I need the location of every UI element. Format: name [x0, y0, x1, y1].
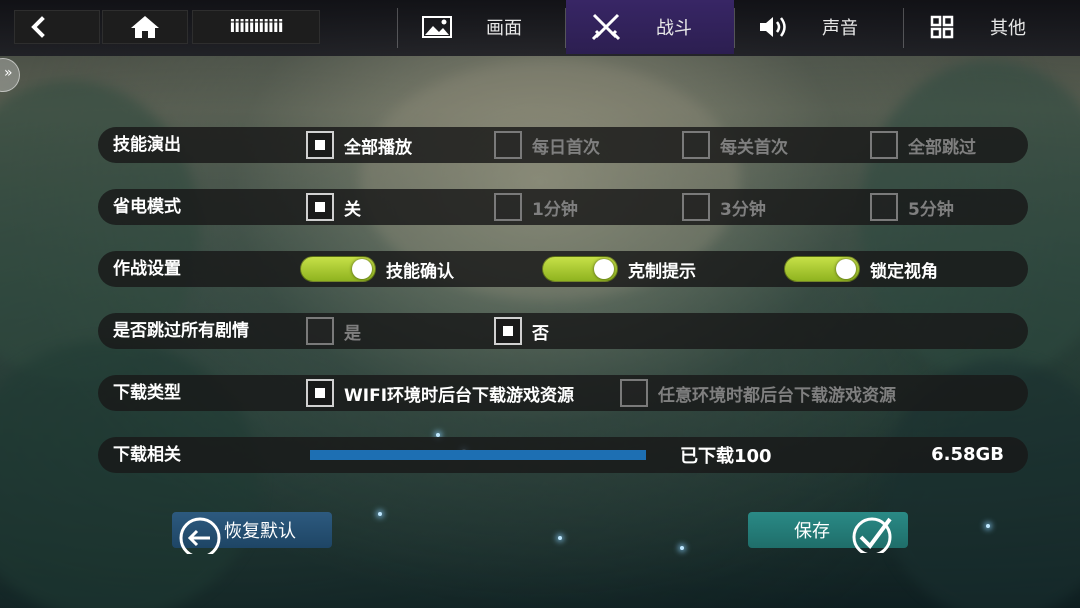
- option-skip-story-no[interactable]: 否: [494, 317, 549, 345]
- option-label: 每关首次: [720, 137, 788, 158]
- tab-divider: [397, 8, 398, 48]
- settings-row-download: 下载相关 已下载100 6.58GB: [98, 437, 1028, 473]
- download-progress-fill: [310, 450, 646, 460]
- settings-row-skip-story: 是否跳过所有剧情 是 否: [98, 313, 1028, 349]
- checkbox[interactable]: [620, 379, 648, 407]
- check-circle-icon: [852, 517, 892, 553]
- checkbox[interactable]: [870, 193, 898, 221]
- checkbox-checked[interactable]: [306, 131, 334, 159]
- tab-battle-label: 战斗: [656, 18, 692, 39]
- toggle-switch-on[interactable]: [784, 256, 860, 282]
- toggle-lock-camera[interactable]: 锁定视角: [784, 255, 938, 283]
- restore-defaults-button[interactable]: 恢复默认: [172, 512, 332, 554]
- toggle-label: 克制提示: [628, 261, 696, 282]
- option-label: 任意环境时都后台下载游戏资源: [658, 385, 896, 406]
- toggle-label: 技能确认: [386, 261, 454, 282]
- back-arrow-icon: [31, 16, 45, 38]
- checkbox-checked[interactable]: [306, 379, 334, 407]
- tab-sound[interactable]: 声音: [736, 0, 902, 54]
- option-label: 全部播放: [344, 137, 412, 158]
- option-download-any[interactable]: 任意环境时都后台下载游戏资源: [620, 379, 896, 407]
- home-icon: [131, 16, 159, 38]
- checkbox-checked[interactable]: [306, 193, 334, 221]
- download-progress-text: 已下载100: [680, 446, 772, 467]
- row-label: 省电模式: [113, 197, 181, 217]
- checkbox[interactable]: [494, 131, 522, 159]
- option-label: WIFI环境时后台下载游戏资源: [344, 385, 575, 406]
- save-label: 保存: [794, 521, 830, 542]
- crossed-swords-icon: [591, 13, 621, 41]
- restore-defaults-label: 恢复默认: [224, 521, 296, 542]
- option-label: 关: [344, 199, 361, 220]
- option-power-save-1min[interactable]: 1分钟: [494, 193, 578, 221]
- top-bar: iiiiiiiiiii 画面 战斗 声音 其他: [0, 0, 1080, 56]
- tab-other[interactable]: 其他: [906, 0, 1080, 54]
- option-label: 否: [532, 323, 549, 344]
- option-skill-anim-daily[interactable]: 每日首次: [494, 131, 600, 159]
- tab-divider: [734, 8, 735, 48]
- tab-display[interactable]: 画面: [400, 0, 565, 54]
- toggle-counter-hint[interactable]: 克制提示: [542, 255, 696, 283]
- checkbox[interactable]: [682, 193, 710, 221]
- checkbox-checked[interactable]: [494, 317, 522, 345]
- tab-battle[interactable]: 战斗: [566, 0, 734, 54]
- option-label: 每日首次: [532, 137, 600, 158]
- row-label: 下载相关: [113, 445, 181, 465]
- image-icon: [422, 16, 452, 38]
- row-label: 下载类型: [113, 383, 181, 403]
- settings-row-battle: 作战设置 技能确认 克制提示 锁定视角: [98, 251, 1028, 287]
- double-chevron-right-icon: »: [4, 65, 13, 81]
- toggle-switch-on[interactable]: [300, 256, 376, 282]
- side-drawer-handle[interactable]: »: [0, 58, 20, 92]
- tab-display-label: 画面: [486, 18, 522, 39]
- toggle-skill-confirm[interactable]: 技能确认: [300, 255, 454, 283]
- settings-row-skill-animation: 技能演出 全部播放 每日首次 每关首次 全部跳过: [98, 127, 1028, 163]
- checkbox[interactable]: [870, 131, 898, 159]
- download-size: 6.58GB: [931, 444, 1004, 465]
- toggle-label: 锁定视角: [870, 261, 938, 282]
- user-name: iiiiiiiiiii: [229, 17, 283, 37]
- settings-row-download-type: 下载类型 WIFI环境时后台下载游戏资源 任意环境时都后台下载游戏资源: [98, 375, 1028, 411]
- option-skill-anim-per-stage[interactable]: 每关首次: [682, 131, 788, 159]
- option-label: 全部跳过: [908, 137, 976, 158]
- option-power-save-3min[interactable]: 3分钟: [682, 193, 766, 221]
- settings-row-power-save: 省电模式 关 1分钟 3分钟 5分钟: [98, 189, 1028, 225]
- option-skip-story-yes[interactable]: 是: [306, 317, 361, 345]
- option-label: 1分钟: [532, 199, 578, 220]
- home-button[interactable]: [102, 10, 188, 44]
- option-power-save-off[interactable]: 关: [306, 193, 361, 221]
- option-skill-anim-skip[interactable]: 全部跳过: [870, 131, 976, 159]
- row-label: 作战设置: [113, 259, 181, 279]
- speaker-icon: [760, 17, 786, 37]
- option-label: 是: [344, 323, 361, 344]
- tab-sound-label: 声音: [822, 18, 858, 39]
- option-skill-anim-all[interactable]: 全部播放: [306, 131, 412, 159]
- grid-icon: [930, 15, 954, 39]
- option-download-wifi[interactable]: WIFI环境时后台下载游戏资源: [306, 379, 574, 407]
- row-label: 技能演出: [113, 135, 181, 155]
- row-label: 是否跳过所有剧情: [113, 321, 249, 341]
- back-button[interactable]: [14, 10, 100, 44]
- save-button[interactable]: 保存: [748, 512, 908, 553]
- download-progress-bar: [310, 450, 646, 460]
- checkbox[interactable]: [494, 193, 522, 221]
- checkbox[interactable]: [682, 131, 710, 159]
- checkbox[interactable]: [306, 317, 334, 345]
- option-label: 5分钟: [908, 199, 954, 220]
- user-name-button[interactable]: iiiiiiiiiii: [192, 10, 320, 44]
- toggle-switch-on[interactable]: [542, 256, 618, 282]
- tab-other-label: 其他: [990, 18, 1026, 39]
- back-circle-arrow-icon: [179, 517, 221, 554]
- tab-divider: [903, 8, 904, 48]
- option-power-save-5min[interactable]: 5分钟: [870, 193, 954, 221]
- option-label: 3分钟: [720, 199, 766, 220]
